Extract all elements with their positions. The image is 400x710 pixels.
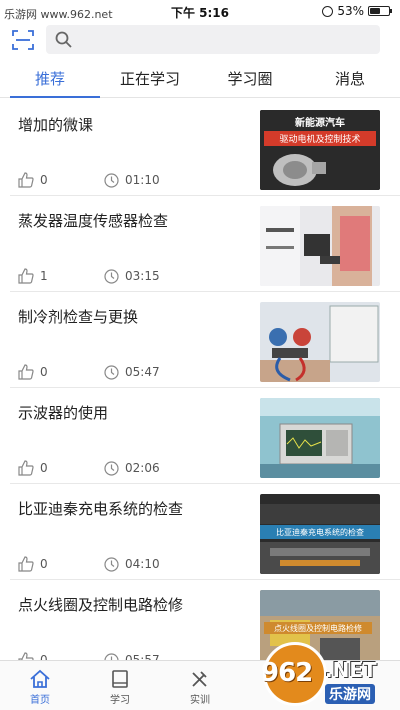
- course-item[interactable]: 比亚迪秦充电系统的检查 0 04:10 比亚迪秦充电系统的检查: [10, 484, 400, 580]
- nav-study[interactable]: 学习: [80, 661, 160, 710]
- search-box[interactable]: [46, 25, 380, 54]
- like-count: 0: [40, 173, 48, 187]
- site-logo-watermark: 962 .NET 乐游网: [255, 636, 400, 710]
- tab-bar: 推荐 正在学习 学习圈 消息: [0, 64, 400, 98]
- duration: 04:10: [125, 557, 160, 571]
- search-icon: [55, 31, 72, 48]
- course-thumbnail[interactable]: [260, 206, 380, 286]
- course-title: 点火线圈及控制电路检修: [18, 596, 184, 614]
- thumb-caption: 点火线圈及控制电路检修: [274, 623, 362, 633]
- course-item[interactable]: 示波器的使用 0 02:06: [10, 388, 400, 484]
- nav-label: 学习: [110, 695, 130, 706]
- course-thumbnail[interactable]: 比亚迪秦充电系统的检查: [260, 494, 380, 574]
- course-title: 制冷剂检查与更换: [18, 308, 139, 326]
- book-icon: [112, 670, 128, 688]
- nav-practice[interactable]: 实训: [160, 661, 240, 710]
- thumb-caption: 比亚迪秦充电系统的检查: [276, 527, 364, 537]
- like-count: 0: [40, 461, 48, 475]
- search-row: [0, 24, 400, 56]
- nav-label: 首页: [30, 695, 50, 706]
- battery-level: [370, 8, 380, 14]
- like-count: 0: [40, 557, 48, 571]
- search-input[interactable]: [80, 29, 370, 50]
- course-list: 增加的微课 0 01:10 新能源汽车 驱动电机及控制技术 蒸发器温度传感器检查…: [0, 100, 400, 676]
- clock-icon: [104, 268, 119, 284]
- course-item[interactable]: 蒸发器温度传感器检查 1 03:15: [10, 196, 400, 292]
- course-thumbnail[interactable]: [260, 398, 380, 478]
- app-screen: 乐游网 www.962.net 下午 5:16 53% 推荐 正在学习 学习圈 …: [0, 0, 400, 710]
- course-title: 蒸发器温度传感器检查: [18, 212, 169, 230]
- rotation-lock-icon: [322, 5, 334, 17]
- course-thumbnail[interactable]: [260, 302, 380, 382]
- thumb-caption: 新能源汽车: [295, 116, 345, 129]
- clock-icon: [104, 364, 119, 380]
- tab-learning[interactable]: 正在学习: [100, 64, 200, 97]
- tab-messages[interactable]: 消息: [300, 64, 400, 97]
- course-thumbnail[interactable]: 新能源汽车 驱动电机及控制技术: [260, 110, 380, 190]
- course-item[interactable]: 制冷剂检查与更换 0 05:47: [10, 292, 400, 388]
- home-icon: [30, 669, 50, 688]
- duration: 05:47: [125, 365, 160, 379]
- thumbs-up-icon[interactable]: [18, 268, 34, 284]
- duration: 03:15: [125, 269, 160, 283]
- thumbs-up-icon[interactable]: [18, 172, 34, 188]
- battery-percent: 53%: [337, 4, 364, 18]
- course-title: 比亚迪秦充电系统的检查: [18, 500, 184, 518]
- logo-text: 乐游网: [325, 684, 375, 704]
- tab-recommend[interactable]: 推荐: [0, 64, 100, 98]
- nav-label: 实训: [190, 695, 210, 706]
- like-count: 0: [40, 365, 48, 379]
- duration: 02:06: [125, 461, 160, 475]
- site-watermark: 乐游网 www.962.net: [4, 8, 113, 21]
- clock-icon: [104, 460, 119, 476]
- thumb-caption: 驱动电机及控制技术: [279, 133, 360, 145]
- clock-icon: [104, 172, 119, 188]
- tab-study-circle[interactable]: 学习圈: [200, 64, 300, 97]
- clock-icon: [104, 556, 119, 572]
- scan-icon[interactable]: [12, 30, 34, 50]
- course-title: 示波器的使用: [18, 404, 109, 422]
- logo-number: 962: [261, 658, 313, 688]
- thumbs-up-icon[interactable]: [18, 460, 34, 476]
- battery-icon: [368, 6, 392, 16]
- logo-suffix: .NET: [325, 658, 377, 682]
- course-item[interactable]: 增加的微课 0 01:10 新能源汽车 驱动电机及控制技术: [10, 100, 400, 196]
- thumbs-up-icon[interactable]: [18, 364, 34, 380]
- duration: 01:10: [125, 173, 160, 187]
- like-count: 1: [40, 269, 48, 283]
- nav-home[interactable]: 首页: [0, 661, 80, 710]
- course-title: 增加的微课: [18, 116, 94, 134]
- tools-icon: [192, 671, 207, 687]
- thumbs-up-icon[interactable]: [18, 556, 34, 572]
